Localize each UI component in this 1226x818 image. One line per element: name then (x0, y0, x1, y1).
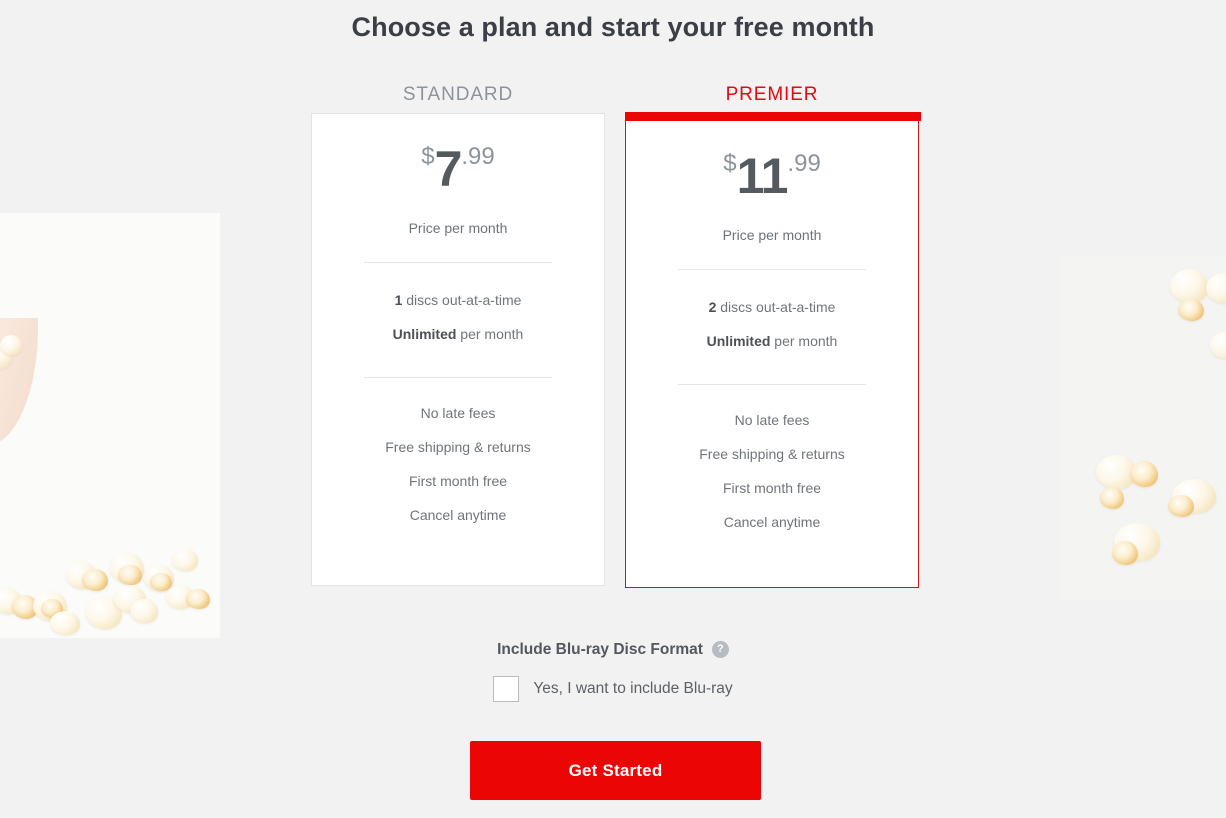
price-cents: .99 (787, 150, 821, 177)
bluray-title: Include Blu-ray Disc Format (497, 641, 703, 658)
feature-monthly-value: Unlimited (706, 333, 771, 350)
perk-item: No late fees (734, 412, 810, 429)
feature-list-premier: 2 discs out-at-a-time Unlimited per mont… (626, 270, 918, 358)
popcorn-kernel (1178, 299, 1204, 321)
feature-monthly-value: Unlimited (392, 326, 457, 343)
perk-list-premier: No late fees Free shipping & returns Fir… (626, 385, 918, 539)
popcorn-kernel (1130, 461, 1158, 487)
feature-discs: 2 discs out-at-a-time (626, 290, 918, 324)
popcorn-kernel (130, 599, 158, 623)
plan-label-standard: STANDARD (402, 84, 514, 105)
question-mark-icon[interactable]: ? (711, 640, 729, 658)
feature-discs: 1 discs out-at-a-time (312, 283, 604, 317)
plan-card-premier-content: $11.99 Price per month 2 discs out-at-a-… (626, 113, 918, 539)
perk-item: First month free (722, 480, 822, 497)
price-amount: 11 (736, 148, 789, 204)
feature-discs-label: discs out-at-a-time (716, 299, 836, 315)
popcorn-kernel (172, 549, 198, 571)
bluray-section: Include Blu-ray Disc Format? Yes, I want… (0, 640, 1226, 703)
perk-item: Cancel anytime (409, 507, 507, 524)
feature-monthly: Unlimited per month (312, 317, 604, 351)
popcorn-kernel (1112, 541, 1138, 565)
price-currency: $ (723, 150, 737, 177)
get-started-button[interactable]: Get Started (470, 741, 761, 800)
bluray-choice-row: Yes, I want to include Blu-ray (0, 676, 1226, 703)
price-caption: Price per month (408, 220, 508, 236)
plan-card-premier[interactable]: $11.99 Price per month 2 discs out-at-a-… (625, 112, 921, 588)
feature-monthly-label: per month (456, 326, 524, 343)
popcorn-kernel (0, 335, 22, 355)
perk-list-standard: No late fees Free shipping & returns Fir… (312, 378, 604, 532)
feature-discs-label: discs out-at-a-time (402, 292, 522, 308)
price-currency: $ (421, 143, 435, 170)
popcorn-kernel (1168, 495, 1194, 517)
popcorn-kernel (118, 565, 142, 585)
perk-item: Cancel anytime (723, 514, 821, 531)
plan-label-premier: PREMIER (725, 84, 819, 105)
popcorn-kernel (82, 569, 108, 591)
price-cents: .99 (461, 143, 495, 170)
popcorn-kernel (1210, 331, 1226, 359)
price-caption: Price per month (722, 227, 822, 243)
scattered-popcorn-photo (1060, 255, 1226, 600)
perk-item: Free shipping & returns (699, 446, 845, 463)
popcorn-bowl-photo (0, 213, 220, 638)
price-standard: $7.99 (312, 144, 604, 194)
price-amount: 7 (434, 141, 463, 197)
bluray-title-row: Include Blu-ray Disc Format? (0, 640, 1226, 659)
popcorn-kernel (50, 611, 80, 635)
popcorn-kernel (1100, 487, 1124, 509)
perk-item: First month free (408, 473, 508, 490)
popcorn-kernel (186, 589, 210, 609)
plan-card-standard-content: $7.99 Price per month 1 discs out-at-a-t… (312, 114, 604, 532)
perk-item: Free shipping & returns (385, 439, 531, 456)
popcorn-kernel (1206, 273, 1226, 303)
feature-list-standard: 1 discs out-at-a-time Unlimited per mont… (312, 263, 604, 351)
feature-monthly: Unlimited per month (626, 324, 918, 358)
bluray-checkbox[interactable] (493, 676, 520, 703)
perk-item: No late fees (420, 405, 496, 422)
page-title: Choose a plan and start your free month (351, 12, 875, 42)
plan-card-premier-accent-bar (625, 112, 921, 121)
popcorn-kernel (1170, 269, 1208, 303)
bluray-checkbox-label[interactable]: Yes, I want to include Blu-ray (533, 680, 732, 698)
feature-monthly-label: per month (770, 333, 838, 350)
price-premier: $11.99 (626, 151, 918, 201)
plan-card-standard[interactable]: $7.99 Price per month 1 discs out-at-a-t… (311, 113, 605, 586)
